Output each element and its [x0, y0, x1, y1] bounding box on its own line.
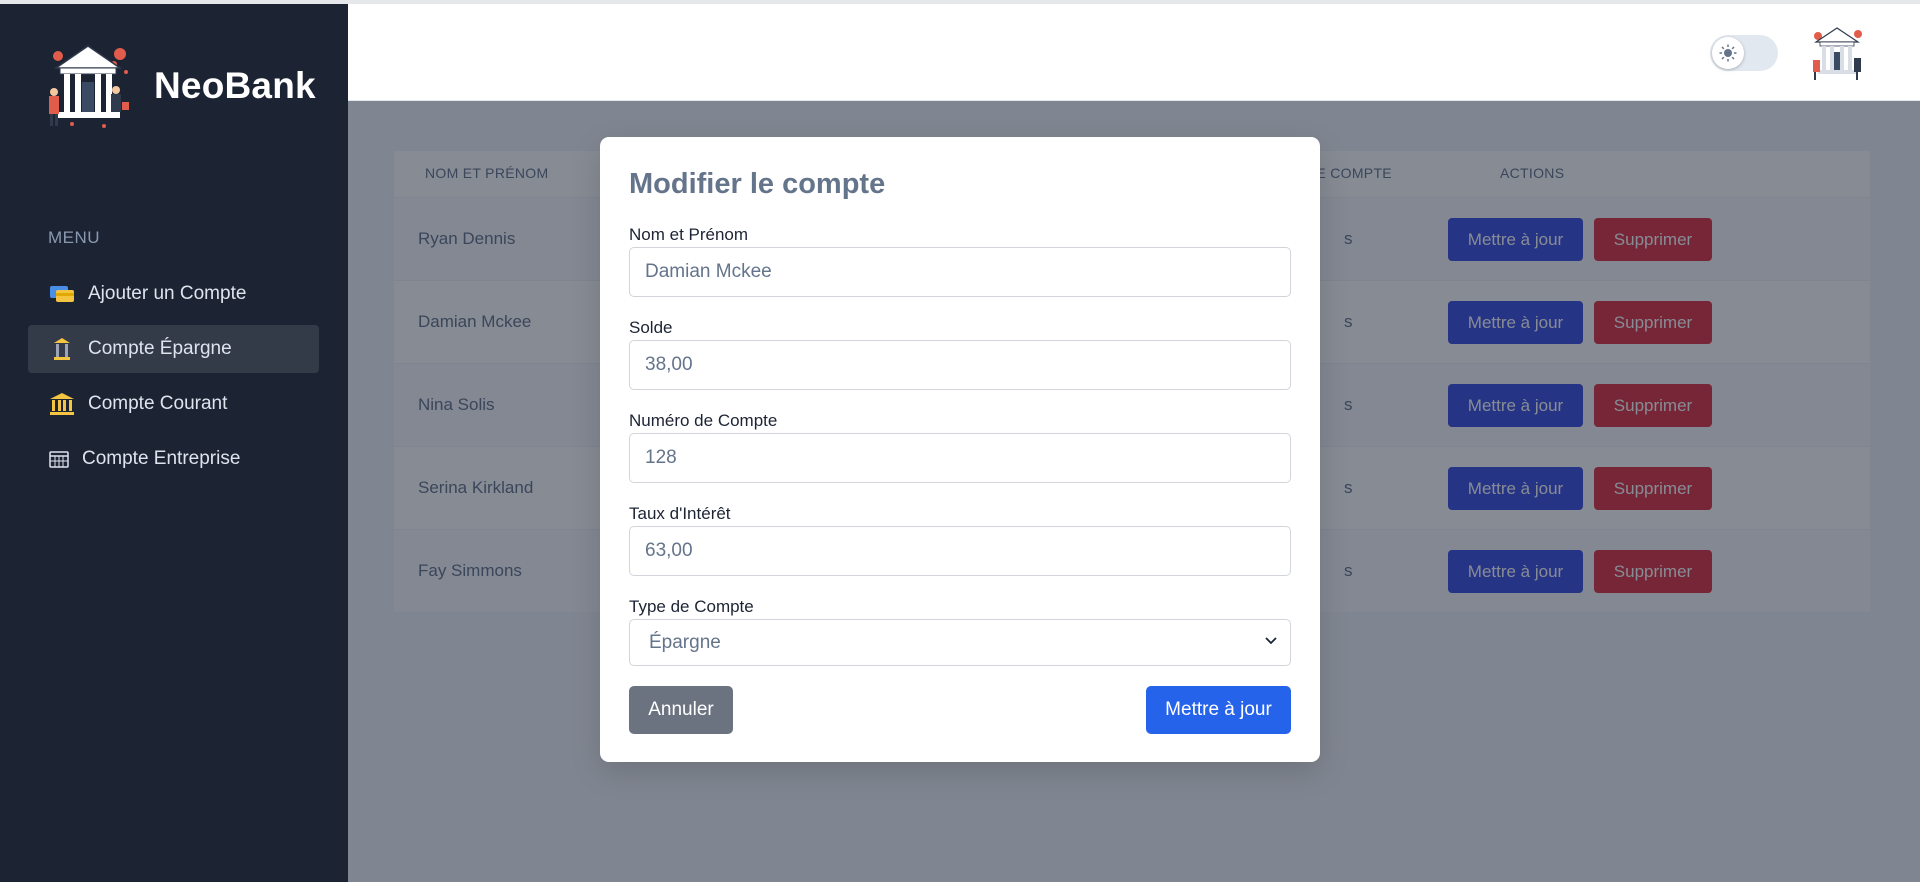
sidebar-item-label: Ajouter un Compte — [88, 283, 247, 304]
edit-account-modal: Modifier le compte Nom et Prénom Solde N… — [600, 137, 1320, 762]
sun-icon — [1712, 37, 1744, 69]
brand-name: NeoBank — [154, 65, 316, 106]
name-label: Nom et Prénom — [629, 225, 749, 244]
balance-label: Solde — [629, 318, 673, 337]
calendar-icon — [48, 447, 70, 471]
menu-label: MENU — [48, 228, 101, 247]
interest-rate-label: Taux d'Intérêt — [629, 504, 731, 523]
interest-rate-field[interactable] — [629, 526, 1291, 576]
balance-field[interactable] — [629, 340, 1291, 390]
cancel-button[interactable]: Annuler — [629, 686, 733, 734]
top-border — [0, 0, 1920, 4]
sidebar-nav: Ajouter un Compte Compte Épargne Compte … — [28, 270, 319, 490]
sidebar-item-compte-courant[interactable]: Compte Courant — [28, 380, 319, 428]
sidebar: NeoBank MENU Ajouter un Compte Compte Ép… — [0, 0, 348, 882]
sidebar-item-ajouter-compte[interactable]: Ajouter un Compte — [28, 270, 319, 318]
avatar[interactable] — [1808, 26, 1866, 82]
pillar-icon — [48, 337, 76, 361]
bank-icon — [48, 392, 76, 416]
chevron-down-icon — [1265, 637, 1277, 645]
sidebar-item-compte-entreprise[interactable]: Compte Entreprise — [28, 435, 319, 483]
name-field[interactable] — [629, 247, 1291, 297]
account-type-label: Type de Compte — [629, 597, 754, 616]
bank-logo-icon — [49, 45, 129, 128]
account-number-label: Numéro de Compte — [629, 411, 778, 430]
top-header — [348, 4, 1920, 101]
sidebar-item-label: Compte Courant — [88, 393, 228, 414]
sidebar-item-compte-epargne[interactable]: Compte Épargne — [28, 325, 319, 373]
modal-title: Modifier le compte — [629, 168, 886, 200]
account-number-field[interactable] — [629, 433, 1291, 483]
brand[interactable]: NeoBank — [42, 42, 316, 130]
account-type-select[interactable]: Épargne — [629, 619, 1291, 666]
theme-toggle[interactable] — [1710, 35, 1778, 71]
update-account-button[interactable]: Mettre à jour — [1146, 686, 1291, 734]
sidebar-item-label: Compte Entreprise — [82, 448, 241, 469]
account-type-value: Épargne — [649, 631, 721, 653]
cards-icon — [48, 282, 76, 306]
sidebar-item-label: Compte Épargne — [88, 338, 232, 359]
